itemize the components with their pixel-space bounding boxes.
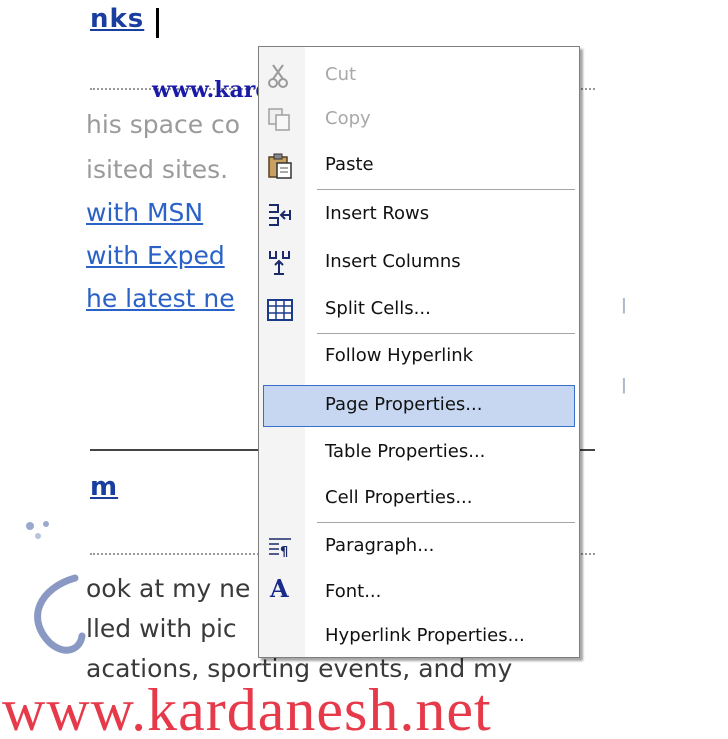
doc-text-line: isited sites. [86, 155, 229, 184]
menu-item-label: Split Cells... [325, 298, 431, 319]
paste-icon [268, 153, 292, 179]
doc-link[interactable]: he latest ne [86, 284, 235, 313]
menu-item-font[interactable]: A Font... [263, 572, 575, 614]
doc-link[interactable]: with Exped [86, 241, 225, 270]
copy-icon [268, 108, 290, 131]
section-heading-album: m [90, 472, 119, 502]
svg-text:¶: ¶ [280, 545, 288, 560]
menu-item-page-properties[interactable]: Page Properties... [263, 385, 575, 427]
logo-swirl-icon [26, 521, 86, 654]
menu-separator [317, 333, 575, 334]
doc-text-line: ook at my ne [86, 574, 251, 603]
menu-item-paragraph[interactable]: ¶ Paragraph... [263, 526, 575, 568]
font-icon: A [270, 574, 289, 603]
doc-text-line: lled with pic [86, 614, 237, 643]
menu-separator [317, 189, 575, 190]
menu-item-insert-rows[interactable]: Insert Rows [263, 194, 575, 236]
menu-item-table-properties[interactable]: Table Properties... [263, 432, 575, 474]
doc-text-line: his space co [86, 110, 241, 139]
doc-link[interactable]: with MSN [86, 198, 203, 227]
split-cells-icon [267, 299, 293, 321]
menu-item-follow-hyperlink[interactable]: Follow Hyperlink [263, 336, 575, 378]
menu-item-label: Cell Properties... [325, 487, 473, 508]
menu-separator [317, 522, 575, 523]
menu-item-cell-properties[interactable]: Cell Properties... [263, 478, 575, 520]
editor-canvas: nks www.kardanesh.com his space co isite… [0, 0, 728, 739]
menu-item-label: Insert Columns [325, 251, 461, 272]
menu-item-label: Page Properties... [325, 394, 483, 415]
context-menu: Cut Copy Paste Insert Rows Insert Column… [258, 46, 580, 658]
menu-item-label: Paste [325, 154, 374, 175]
menu-item-label: Cut [325, 64, 357, 85]
menu-item-label: Table Properties... [325, 441, 486, 462]
menu-item-split-cells[interactable]: Split Cells... [263, 289, 575, 331]
menu-item-label: Follow Hyperlink [325, 345, 474, 366]
menu-item-label: Paragraph... [325, 535, 435, 556]
paragraph-icon: ¶ [269, 538, 291, 560]
insert-columns-icon [269, 251, 290, 275]
table-border-mark: ╷ [616, 364, 632, 394]
insert-rows-icon [269, 204, 291, 226]
watermark-bottom: www.kardanesh.net [2, 677, 492, 739]
menu-item-cut[interactable]: Cut [263, 55, 575, 97]
menu-item-paste[interactable]: Paste [263, 145, 575, 187]
menu-item-copy[interactable]: Copy [263, 99, 575, 141]
menu-item-hyperlink-properties[interactable]: Hyperlink Properties... [263, 616, 575, 658]
text-cursor [156, 8, 159, 38]
menu-item-label: Insert Rows [325, 203, 430, 224]
table-border-mark: ╷ [616, 284, 632, 314]
menu-item-label: Font... [325, 581, 382, 602]
menu-item-label: Hyperlink Properties... [325, 625, 525, 646]
section-heading-links: nks [90, 4, 145, 34]
menu-item-label: Copy [325, 108, 371, 129]
scissors-icon [268, 64, 288, 88]
menu-item-insert-columns[interactable]: Insert Columns [263, 242, 575, 284]
